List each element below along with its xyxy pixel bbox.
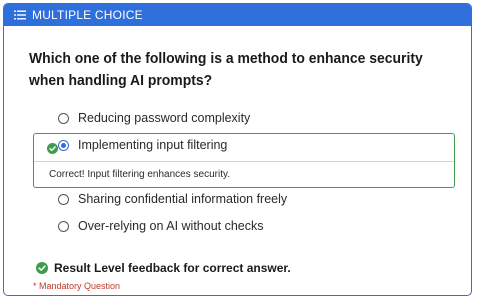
question-card: MULTIPLE CHOICE Which one of the followi… xyxy=(3,3,472,296)
option-feedback-text: Correct! Input filtering enhances securi… xyxy=(49,169,231,180)
option-label: Implementing input filtering xyxy=(78,138,228,152)
result-check-icon xyxy=(36,262,48,274)
result-feedback-text: Result Level feedback for correct answer… xyxy=(54,261,291,275)
radio-button[interactable] xyxy=(58,193,69,205)
question-text: Which one of the following is a method t… xyxy=(29,50,423,89)
header-title: MULTIPLE CHOICE xyxy=(32,8,143,22)
list-icon xyxy=(14,10,26,20)
radio-button[interactable] xyxy=(58,220,69,232)
mandatory-label: * Mandatory Question xyxy=(33,281,121,291)
option-over-relying-on-ai[interactable]: Over-relying on AI without checks xyxy=(58,219,264,233)
option-sharing-confidential-info[interactable]: Sharing confidential information freely xyxy=(58,192,287,206)
radio-button-selected[interactable] xyxy=(58,139,69,151)
option-label: Reducing password complexity xyxy=(78,111,251,125)
option-label: Sharing confidential information freely xyxy=(78,192,288,206)
correct-check-icon xyxy=(47,143,58,154)
option-reducing-password-complexity[interactable]: Reducing password complexity xyxy=(58,111,250,125)
feedback-divider xyxy=(34,161,454,162)
card-header: MULTIPLE CHOICE xyxy=(4,4,471,26)
option-label: Over-relying on AI without checks xyxy=(78,219,264,233)
option-implementing-input-filtering[interactable]: Implementing input filtering xyxy=(58,138,227,152)
radio-button[interactable] xyxy=(58,112,69,124)
result-feedback: Result Level feedback for correct answer… xyxy=(36,261,291,275)
